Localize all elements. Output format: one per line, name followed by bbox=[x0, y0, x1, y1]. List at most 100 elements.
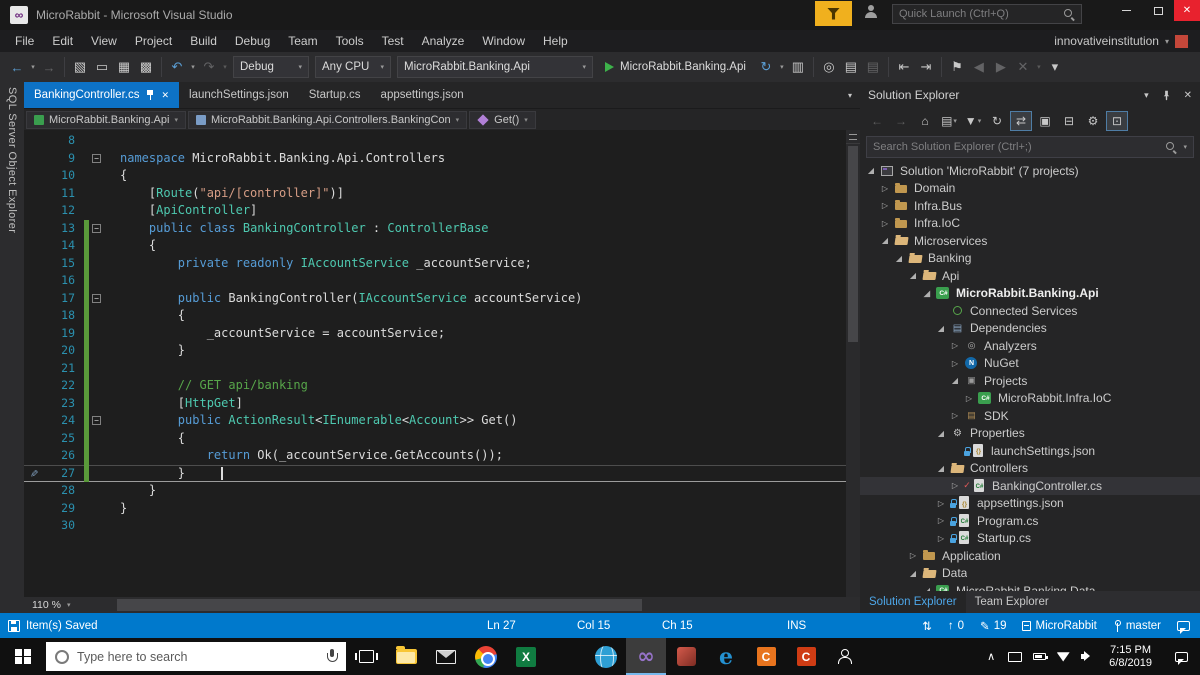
feedback-button[interactable] bbox=[1177, 620, 1190, 634]
line-number[interactable]: 15 bbox=[42, 255, 84, 273]
horizontal-scrollbar-thumb[interactable] bbox=[117, 599, 642, 611]
branch-indicator[interactable]: master bbox=[1113, 619, 1161, 632]
toggle-bookmark-icon[interactable]: ⚑ bbox=[946, 55, 968, 79]
tree-item-application[interactable]: ▷ Application bbox=[860, 547, 1200, 565]
filter-button[interactable] bbox=[815, 1, 852, 26]
chevron-expanded-icon[interactable]: ◢ bbox=[878, 236, 892, 245]
chevron-collapsed-icon[interactable]: ▷ bbox=[878, 184, 892, 193]
gutter-margin[interactable] bbox=[24, 185, 42, 203]
line-number[interactable]: 26 bbox=[42, 447, 84, 465]
taskbar-search-input[interactable] bbox=[77, 649, 318, 664]
code-text[interactable]: } bbox=[106, 465, 846, 483]
pending-changes-filter-icon[interactable]: ▼ ▾ bbox=[962, 111, 984, 131]
gutter-margin[interactable] bbox=[24, 412, 42, 430]
action-center-button[interactable] bbox=[1162, 638, 1200, 675]
code-text[interactable] bbox=[106, 360, 846, 378]
line-number[interactable]: 23 bbox=[42, 395, 84, 413]
gutter-margin[interactable] bbox=[24, 220, 42, 238]
display-tray-icon[interactable] bbox=[1003, 638, 1027, 675]
tree-item-api[interactable]: ◢ Api bbox=[860, 267, 1200, 285]
maximize-button[interactable] bbox=[1142, 0, 1174, 21]
chevron-collapsed-icon[interactable]: ▷ bbox=[878, 219, 892, 228]
line-number[interactable]: 10 bbox=[42, 167, 84, 185]
code-line[interactable]: 16 bbox=[24, 272, 846, 290]
dropdown-caret-icon[interactable]: ▾ bbox=[1034, 63, 1044, 71]
chrome-app-icon[interactable] bbox=[466, 638, 506, 675]
tool-tab-solution-explorer[interactable]: Solution Explorer bbox=[860, 591, 966, 613]
tree-item-domain[interactable]: ▷ Domain bbox=[860, 180, 1200, 198]
editor-tab-startup-cs[interactable]: Startup.cs bbox=[299, 82, 371, 108]
globe-app-icon[interactable] bbox=[586, 638, 626, 675]
excel-app-icon[interactable]: X bbox=[506, 638, 546, 675]
collapse-toggle-icon[interactable]: − bbox=[92, 223, 101, 233]
line-number[interactable]: 25 bbox=[42, 430, 84, 448]
toolbar-overflow-icon[interactable]: ▾ bbox=[1044, 55, 1066, 79]
orange-c-app-app-icon[interactable]: C bbox=[746, 638, 786, 675]
taskbar-search-box[interactable] bbox=[46, 642, 346, 671]
gutter-margin[interactable] bbox=[24, 517, 42, 535]
undo-icon[interactable]: ↶ bbox=[166, 55, 188, 79]
next-bookmark-icon[interactable]: ▶ bbox=[990, 55, 1012, 79]
line-number[interactable]: 19 bbox=[42, 325, 84, 343]
code-line[interactable]: 15 private readonly IAccountService _acc… bbox=[24, 254, 846, 273]
gutter-margin[interactable] bbox=[24, 272, 42, 290]
start-debugging-button[interactable]: MicroRabbit.Banking.Api bbox=[596, 55, 755, 79]
code-text[interactable]: { bbox=[106, 237, 846, 255]
gutter-margin[interactable] bbox=[24, 325, 42, 343]
menu-item-test[interactable]: Test bbox=[373, 31, 413, 51]
line-number[interactable]: 28 bbox=[42, 482, 84, 500]
code-line[interactable]: 11 [Route("api/[controller]")] bbox=[24, 185, 846, 203]
editor-tab-appsettings-json[interactable]: appsettings.json bbox=[371, 82, 474, 108]
breadcrumb-segment[interactable]: MicroRabbit.Banking.Api.Controllers.Bank… bbox=[187, 110, 468, 129]
quick-launch-box[interactable] bbox=[892, 4, 1082, 24]
comment-out-icon[interactable]: ▤ bbox=[840, 55, 862, 79]
tree-item-microrabbit-banking-api[interactable]: ◢ C# MicroRabbit.Banking.Api bbox=[860, 285, 1200, 303]
chevron-collapsed-icon[interactable]: ▷ bbox=[948, 341, 962, 350]
gutter-margin[interactable] bbox=[24, 482, 42, 500]
menu-item-view[interactable]: View bbox=[82, 31, 126, 51]
gutter-margin[interactable] bbox=[24, 377, 42, 395]
switch-views-icon[interactable]: ▤ ▾ bbox=[938, 111, 960, 131]
file-explorer-app-icon[interactable] bbox=[386, 638, 426, 675]
red-cube-app-app-icon[interactable] bbox=[666, 638, 706, 675]
search-icon[interactable] bbox=[1165, 141, 1177, 153]
code-text[interactable]: { bbox=[106, 307, 846, 325]
collapse-all-icon[interactable]: ⊟ bbox=[1058, 111, 1080, 131]
tree-item-startup-cs[interactable]: ▷ C# Startup.cs bbox=[860, 530, 1200, 548]
code-line[interactable]: 30 bbox=[24, 517, 846, 535]
chevron-expanded-icon[interactable]: ◢ bbox=[864, 166, 878, 175]
properties-icon[interactable]: ⚙ bbox=[1082, 111, 1104, 131]
repository-indicator[interactable]: MicroRabbit bbox=[1022, 620, 1097, 632]
battery-tray-icon[interactable] bbox=[1027, 638, 1051, 675]
gutter-margin[interactable] bbox=[24, 202, 42, 220]
refresh-icon[interactable]: ↻ bbox=[986, 111, 1008, 131]
navigate-back-icon[interactable]: ← bbox=[866, 111, 888, 131]
outgoing-commits[interactable]: ↑ 0 bbox=[948, 620, 964, 632]
minimize-button[interactable] bbox=[1110, 0, 1142, 21]
navigate-forward-icon[interactable]: → bbox=[38, 55, 60, 79]
gutter-margin[interactable] bbox=[24, 430, 42, 448]
solution-configurations-dropdown[interactable]: Debug ▾ bbox=[233, 56, 309, 78]
refresh-icon[interactable]: ↻ bbox=[755, 55, 777, 79]
startup-projects-dropdown[interactable]: MicroRabbit.Banking.Api ▾ bbox=[397, 56, 593, 78]
collapse-toggle-icon[interactable]: − bbox=[92, 293, 101, 303]
dropdown-caret-icon[interactable]: ▾ bbox=[188, 63, 198, 71]
line-number[interactable]: 20 bbox=[42, 342, 84, 360]
hidden-icons-button[interactable]: ∧ bbox=[979, 638, 1003, 675]
breadcrumb-segment[interactable]: MicroRabbit.Banking.Api ▾ bbox=[26, 110, 186, 129]
code-line[interactable]: 29} bbox=[24, 500, 846, 518]
line-number[interactable]: 21 bbox=[42, 360, 84, 378]
tree-item-launchsettings-json[interactable]: {} launchSettings.json bbox=[860, 442, 1200, 460]
zoom-control[interactable]: 110 % ▾ bbox=[24, 599, 79, 611]
code-text[interactable]: } bbox=[106, 482, 846, 500]
chevron-expanded-icon[interactable]: ◢ bbox=[948, 376, 962, 385]
pending-edits[interactable]: ✎ 19 bbox=[980, 619, 1006, 633]
chevron-collapsed-icon[interactable]: ▷ bbox=[934, 499, 948, 508]
tree-item-microrabbit-banking-data[interactable]: ◢ C# MicroRabbit.Banking.Data bbox=[860, 582, 1200, 591]
dropdown-caret-icon[interactable]: ▾ bbox=[28, 63, 38, 71]
code-text[interactable]: public class BankingController : Control… bbox=[106, 220, 846, 238]
code-text[interactable]: } bbox=[106, 500, 846, 518]
performance-profiler-icon[interactable]: ▥ bbox=[787, 55, 809, 79]
menu-item-edit[interactable]: Edit bbox=[43, 31, 82, 51]
chevron-expanded-icon[interactable]: ◢ bbox=[920, 289, 934, 298]
